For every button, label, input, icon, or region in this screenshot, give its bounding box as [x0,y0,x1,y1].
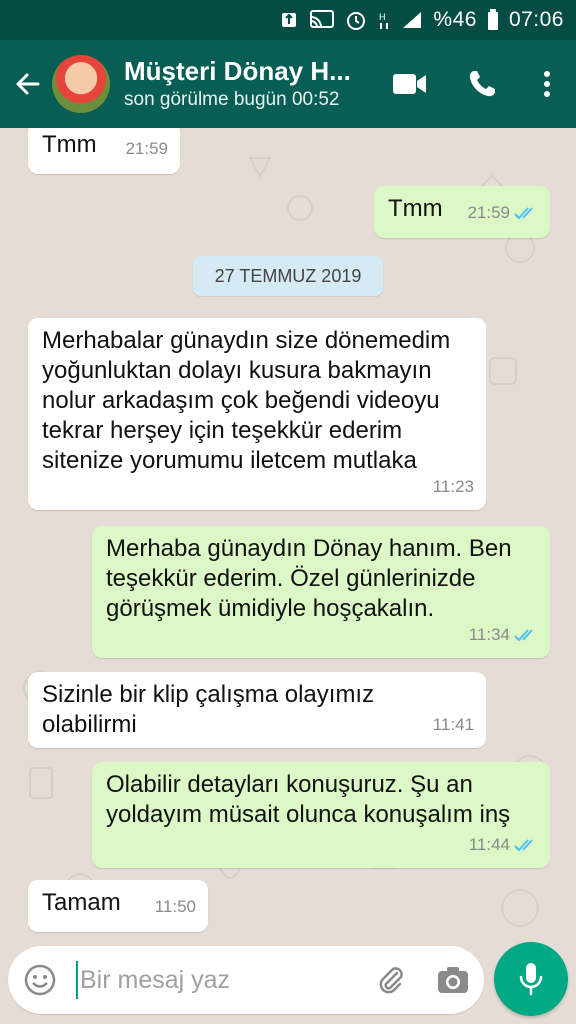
voice-call-button[interactable] [446,40,518,128]
composer [8,946,484,1014]
message-text: Tamam [42,889,121,916]
more-options-button[interactable] [518,40,576,128]
message-text: Merhaba günaydın Dönay hanım. Ben teşekk… [106,535,512,622]
status-bar: H %46 07:06 [0,0,576,40]
message-text: Merhabalar günaydın size dönemedim yoğun… [42,327,451,474]
last-seen: son görülme bugün 00:52 [124,89,340,110]
message-outgoing[interactable]: Merhaba günaydın Dönay hanım. Ben teşekk… [92,526,550,658]
message-time: 11:23 [432,477,474,496]
cast-icon [309,8,335,32]
message-time: 11:50 [154,897,196,916]
message-time: 21:59 [125,139,168,158]
mic-icon [519,963,543,996]
contact-info[interactable]: Müşteri Dönay H... son görülme bugün 00:… [124,55,374,113]
chat-header: Müşteri Dönay H... son görülme bugün 00:… [0,40,576,128]
chat-area[interactable]: Tmm 21:59 Tmm 21:59 27 TEMMUZ 2019 Merha… [0,128,576,948]
message-time: 11:44 [468,835,510,854]
attach-icon [379,967,403,994]
emoji-button[interactable] [8,946,72,1014]
message-meta: 11:34 [469,620,538,650]
message-meta: 21:59 [467,198,538,228]
message-text: Tmm [388,195,443,222]
clock: 07:06 [508,8,564,31]
read-ticks-icon [514,207,533,220]
message-time: 21:59 [467,203,510,222]
date-divider: 27 TEMMUZ 2019 [193,256,383,296]
attach-button[interactable] [360,946,422,1014]
svg-text:H: H [379,12,386,22]
back-arrow-icon [16,73,40,95]
message-incoming[interactable]: Sizinle bir klip çalışma olayımız olabil… [28,672,486,748]
video-call-button[interactable] [374,40,446,128]
message-incoming[interactable]: Merhabalar günaydın size dönemedim yoğun… [28,318,486,510]
read-ticks-icon [514,629,533,642]
voice-record-button[interactable] [494,942,568,1016]
message-text: Tmm [42,131,97,158]
contact-name: Müşteri Dönay H... [124,56,351,86]
message-outgoing[interactable]: Olabilir detayları konuşuruz. Şu an yold… [92,762,550,868]
message-text: Olabilir detayları konuşuruz. Şu an yold… [106,771,511,828]
camera-button[interactable] [422,946,484,1014]
signal-icon [401,8,423,32]
recycle-icon [279,8,299,32]
avatar[interactable] [52,55,110,113]
read-ticks-icon [514,839,533,852]
video-call-icon [393,74,426,94]
camera-icon [438,967,468,993]
message-time: 11:41 [432,715,474,734]
more-vert-icon [544,71,550,97]
message-outgoing[interactable]: Tmm 21:59 [374,186,550,238]
text-cursor [76,961,78,999]
message-time: 11:34 [468,625,510,644]
hd-signal-icon: H [377,8,391,32]
message-incoming[interactable]: Tmm 21:59 [28,128,180,174]
message-meta: 11:44 [469,830,538,860]
alarm-icon [345,8,367,32]
message-text: Sizinle bir klip çalışma olayımız olabil… [42,681,375,738]
composer-bar [0,940,576,1024]
emoji-icon [24,964,56,996]
back-button[interactable] [4,40,52,128]
battery-icon [487,8,499,32]
message-input[interactable] [80,960,340,1000]
phone-icon [469,71,495,97]
message-incoming[interactable]: Tamam 11:50 [28,880,208,932]
battery-percent: %46 [433,8,477,31]
